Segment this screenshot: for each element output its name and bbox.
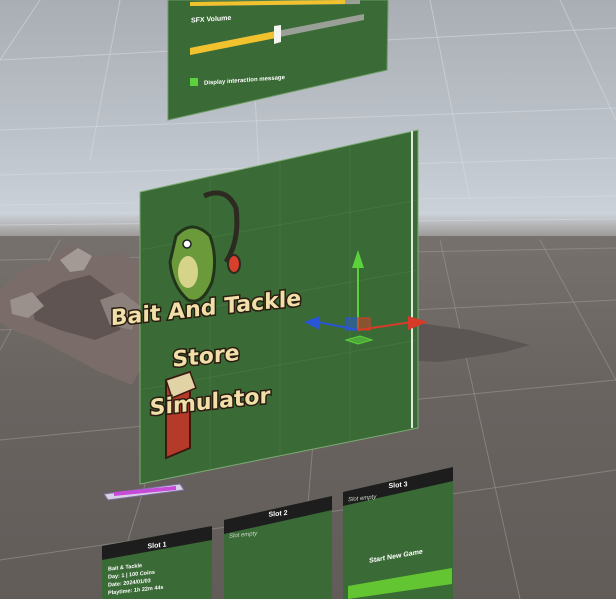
slot-1-panel[interactable]: Slot 1 Bait & Tackle Day: 1 | 100 Coins … [102, 526, 212, 599]
save-slots: Slot 1 Bait & Tackle Day: 1 | 100 Coins … [102, 467, 453, 599]
slot-3-panel[interactable]: Slot 3 Slot empty Start New Game [343, 467, 453, 599]
scene-viewport[interactable]: SFX Volume Display interaction message B… [0, 0, 616, 599]
slot-2-panel[interactable]: Slot 2 Slot empty [224, 496, 332, 599]
